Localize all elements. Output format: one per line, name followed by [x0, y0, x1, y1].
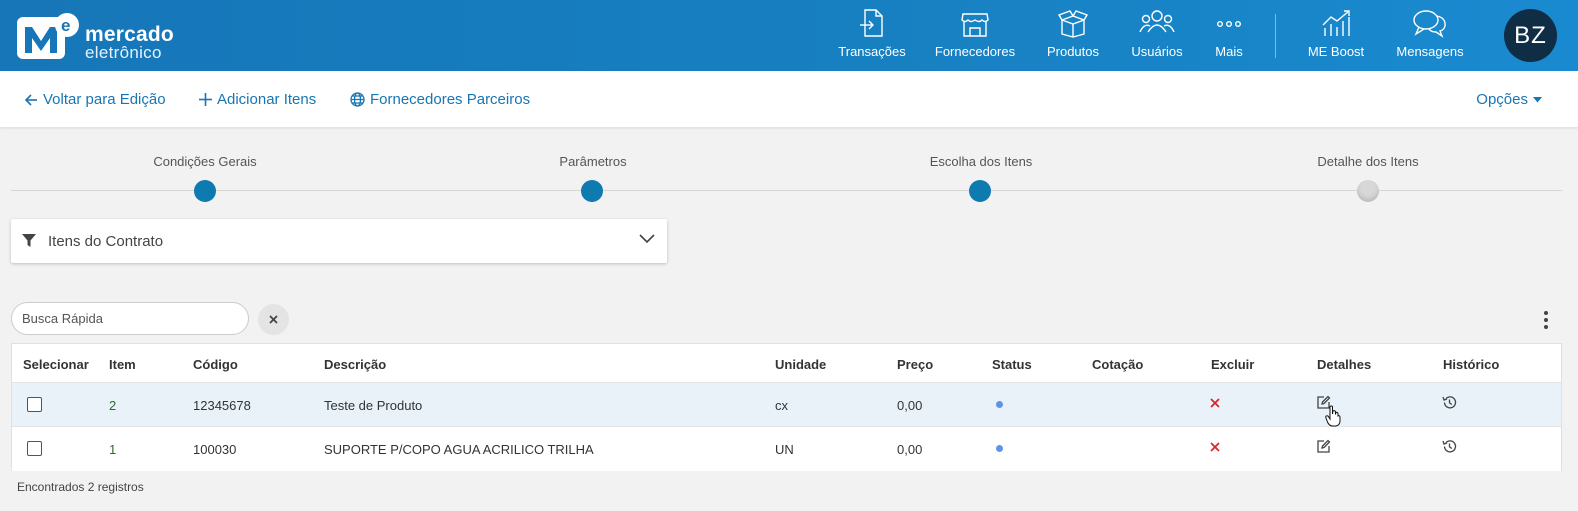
- more-dots-icon: [1217, 20, 1242, 27]
- add-items-link[interactable]: Adicionar Itens: [199, 91, 316, 108]
- user-avatar[interactable]: BZ: [1504, 9, 1557, 62]
- col-descricao[interactable]: Descrição: [324, 357, 386, 372]
- row-select-checkbox[interactable]: [27, 441, 42, 456]
- step-label-detalhe-itens: Detalhe dos Itens: [1317, 154, 1419, 169]
- close-icon: [269, 315, 278, 324]
- brand-subname: eletrônico: [85, 43, 162, 62]
- cell-codigo: 100030: [193, 442, 237, 457]
- table-header: Selecionar Item Código Descrição Unidade…: [12, 344, 1561, 383]
- chat-icon: [1413, 10, 1446, 38]
- svg-text:e: e: [61, 16, 70, 35]
- row-select-checkbox[interactable]: [27, 397, 42, 412]
- nav-usuarios[interactable]: Usuários: [1130, 8, 1184, 64]
- nav-mais[interactable]: Mais: [1210, 8, 1248, 64]
- cell-item: 1: [109, 442, 117, 457]
- mercado-eletronico-logo[interactable]: e mercado eletrônico: [17, 13, 187, 62]
- clear-search-button[interactable]: [258, 304, 289, 335]
- cell-preco: 0,00: [897, 442, 923, 457]
- stepper-track: [11, 190, 1562, 191]
- col-status[interactable]: Status: [992, 357, 1032, 372]
- history-icon[interactable]: [1442, 395, 1457, 410]
- cell-preco: 0,00: [897, 398, 923, 413]
- cell-descricao: SUPORTE P/COPO AGUA ACRILICO TRILHA: [324, 442, 594, 457]
- col-preco[interactable]: Preço: [897, 357, 933, 372]
- nav-divider: [1275, 14, 1276, 58]
- step-dot-parametros[interactable]: [581, 180, 603, 202]
- contract-items-filter-panel[interactable]: Itens do Contrato: [11, 219, 667, 263]
- caret-down-icon: [1533, 96, 1542, 102]
- delete-icon[interactable]: [1210, 442, 1220, 452]
- col-cotacao[interactable]: Cotação: [1092, 357, 1143, 372]
- status-dot: [996, 445, 1003, 452]
- options-dropdown[interactable]: Opções: [1476, 91, 1542, 108]
- edit-details-icon[interactable]: [1316, 439, 1331, 454]
- nav-fornecedores[interactable]: Fornecedores: [934, 8, 1016, 64]
- box-icon: [1057, 10, 1089, 38]
- records-found-count: Encontrados 2 registros: [17, 480, 144, 494]
- step-label-escolha-itens: Escolha dos Itens: [929, 154, 1033, 169]
- cell-unidade: cx: [775, 398, 788, 413]
- top-navigation-bar: e mercado eletrônico Transações Forneced…: [0, 0, 1578, 71]
- col-unidade[interactable]: Unidade: [775, 357, 826, 372]
- nav-mensagens[interactable]: Mensagens: [1394, 8, 1466, 64]
- table-row[interactable]: 1 100030 SUPORTE P/COPO AGUA ACRILICO TR…: [12, 427, 1561, 471]
- col-historico: Histórico: [1443, 357, 1500, 372]
- col-excluir: Excluir: [1211, 357, 1255, 372]
- step-label-condicoes-gerais: Condições Gerais: [153, 154, 257, 169]
- cell-descricao: Teste de Produto: [324, 398, 423, 413]
- hand-pointer-cursor-icon: [1325, 405, 1341, 427]
- transactions-icon: [860, 9, 883, 37]
- nav-me-boost[interactable]: ME Boost: [1305, 8, 1367, 64]
- arrow-left-icon: [24, 93, 37, 106]
- chevron-down-icon[interactable]: [639, 234, 655, 244]
- nav-transacoes[interactable]: Transações: [838, 8, 906, 64]
- plus-icon: [199, 93, 212, 106]
- chart-icon: [1322, 10, 1350, 36]
- cell-unidade: UN: [775, 442, 794, 457]
- nav-produtos[interactable]: Produtos: [1044, 8, 1102, 64]
- step-dot-escolha-itens[interactable]: [969, 180, 991, 202]
- history-icon[interactable]: [1442, 439, 1457, 454]
- back-to-edit-link[interactable]: Voltar para Edição: [24, 91, 166, 108]
- step-dot-condicoes-gerais[interactable]: [194, 180, 216, 202]
- logo-mark-icon: e: [17, 13, 79, 59]
- action-bar: Voltar para Edição Adicionar Itens Forne…: [0, 71, 1578, 128]
- filter-icon: [22, 234, 36, 247]
- users-icon: [1139, 10, 1175, 33]
- cell-item: 2: [109, 398, 117, 413]
- step-label-parametros: Parâmetros: [559, 154, 627, 169]
- step-dot-detalhe-itens[interactable]: [1357, 180, 1379, 202]
- status-dot: [996, 401, 1003, 408]
- partner-suppliers-link[interactable]: Fornecedores Parceiros: [350, 91, 530, 108]
- cell-codigo: 12345678: [193, 398, 251, 413]
- store-icon: [961, 13, 989, 37]
- filter-panel-title: Itens do Contrato: [48, 233, 164, 250]
- delete-icon[interactable]: [1210, 398, 1220, 408]
- quick-search-input[interactable]: [11, 302, 249, 335]
- col-detalhes: Detalhes: [1317, 357, 1372, 372]
- globe-icon: [350, 92, 365, 107]
- col-item[interactable]: Item: [109, 357, 136, 372]
- table-options-kebab-icon[interactable]: [1537, 309, 1555, 331]
- col-codigo[interactable]: Código: [193, 357, 238, 372]
- col-selecionar[interactable]: Selecionar: [23, 357, 89, 372]
